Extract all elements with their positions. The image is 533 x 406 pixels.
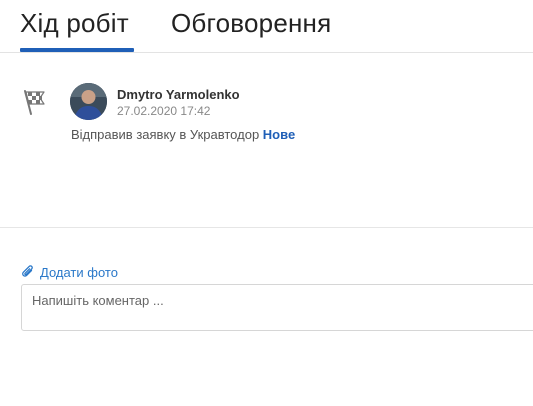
tab-discussion[interactable]: Обговорення (171, 8, 331, 39)
add-photo-label: Додати фото (40, 264, 118, 280)
paperclip-icon (22, 265, 33, 277)
divider (0, 227, 533, 228)
tab-work-progress[interactable]: Хід робіт (20, 8, 129, 39)
status-label: Нове (262, 127, 296, 142)
author-name: Dmytro Yarmolenko (117, 87, 240, 102)
tab-bar: Хід робіт Обговорення (0, 0, 533, 53)
comment-input[interactable] (21, 284, 533, 331)
timestamp: 27.02.2020 17:42 (117, 104, 211, 118)
activity-action: Відправив заявку в Укравтодор (71, 127, 260, 142)
active-tab-indicator (20, 48, 134, 52)
add-photo-link[interactable]: Додати фото (21, 263, 118, 281)
avatar (70, 83, 107, 120)
checkered-flag-icon (24, 90, 45, 115)
activity-text: Відправив заявку в Укравтодор Нове (71, 127, 295, 142)
